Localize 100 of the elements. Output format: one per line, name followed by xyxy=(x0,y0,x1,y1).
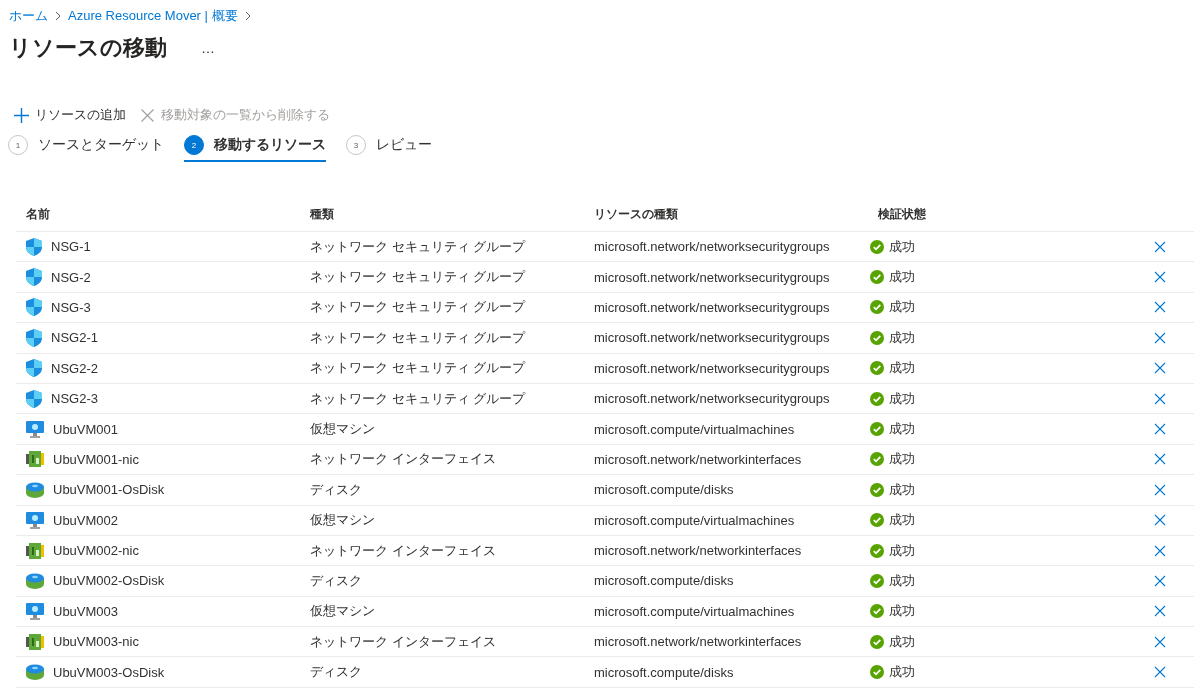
column-header: 種類 xyxy=(309,206,335,223)
monitor-icon xyxy=(26,420,44,438)
table-cell-text: microsoft.network/networksecuritygroups xyxy=(593,239,831,255)
add-button[interactable]: リソースの追加 xyxy=(14,106,126,124)
table-cell-text: 仮想マシン xyxy=(309,602,376,621)
close-icon[interactable] xyxy=(1154,575,1166,587)
status-text: 成功 xyxy=(889,541,915,560)
close-icon[interactable] xyxy=(1154,544,1166,557)
shield-icon xyxy=(26,237,42,256)
shield-icon xyxy=(26,389,42,408)
column-header: 名前 xyxy=(25,206,51,223)
table-cell-text: microsoft.compute/disks xyxy=(593,664,735,680)
disk-icon xyxy=(26,664,44,681)
resource-name: UbuVM002-OsDisk xyxy=(53,573,165,589)
table-cell-text: ネットワーク インターフェイス xyxy=(309,450,497,469)
close-icon[interactable] xyxy=(1154,423,1166,436)
table-cell-text: ネットワーク セキュリティ グループ xyxy=(309,328,527,347)
status-text: 成功 xyxy=(889,632,915,651)
table-cell-text: microsoft.network/networksecuritygroups xyxy=(593,269,831,285)
resource-name: NSG2-2 xyxy=(51,360,98,376)
table-cell-text: ネットワーク セキュリティ グループ xyxy=(309,298,527,317)
monitor-icon xyxy=(26,511,44,529)
table-cell-text: microsoft.compute/virtualmachines xyxy=(593,512,796,528)
status-text: 成功 xyxy=(889,420,915,439)
table-cell-text: microsoft.compute/virtualmachines xyxy=(593,603,796,619)
resource-name: NSG-1 xyxy=(51,239,91,255)
resource-name: UbuVM003 xyxy=(53,603,119,619)
table-cell-text: microsoft.network/networksecuritygroups xyxy=(593,330,831,346)
wizard-step-tab[interactable]: 3 レビュー xyxy=(346,132,432,162)
table-cell-text: microsoft.network/networkinterfaces xyxy=(593,634,803,650)
resource-name: NSG2-1 xyxy=(51,330,98,346)
table-cell-text: microsoft.compute/virtualmachines xyxy=(593,421,796,437)
plus-icon xyxy=(14,107,29,123)
shield-icon xyxy=(26,268,42,287)
resource-name: UbuVM001-nic xyxy=(53,451,139,467)
resource-name: UbuVM002 xyxy=(53,512,119,528)
more-button[interactable]: … xyxy=(197,40,219,56)
close-icon[interactable] xyxy=(1154,362,1166,375)
resource-name: UbuVM001 xyxy=(53,421,119,437)
status-text: 成功 xyxy=(889,237,915,256)
table-cell-text: ネットワーク セキュリティ グループ xyxy=(309,389,527,408)
status-text: 成功 xyxy=(889,298,915,317)
close-icon[interactable] xyxy=(1154,605,1166,618)
table-cell-text: ネットワーク セキュリティ グループ xyxy=(309,268,527,287)
table-cell-text: ディスク xyxy=(309,663,363,682)
close-icon xyxy=(140,107,155,123)
close-icon[interactable] xyxy=(1154,240,1166,253)
shield-icon xyxy=(26,359,42,378)
close-icon[interactable] xyxy=(1154,514,1166,527)
status-text: 成功 xyxy=(889,602,915,621)
wizard-step-tab[interactable]: 2 移動するリソース xyxy=(184,132,326,162)
status-text: 成功 xyxy=(889,511,915,530)
close-icon[interactable] xyxy=(1154,331,1166,344)
close-icon[interactable] xyxy=(1154,453,1166,466)
column-header: 検証状態 xyxy=(877,206,927,223)
close-icon[interactable] xyxy=(1154,301,1166,314)
table-cell-text: ネットワーク セキュリティ グループ xyxy=(309,359,527,378)
status-text: 成功 xyxy=(889,389,915,408)
close-icon[interactable] xyxy=(1154,271,1166,284)
column-header: リソースの種類 xyxy=(593,206,679,223)
resource-name: UbuVM001-OsDisk xyxy=(53,482,165,498)
shield-icon xyxy=(26,298,42,317)
resource-name: UbuVM003-nic xyxy=(53,634,139,650)
breadcrumb-link[interactable]: ホーム xyxy=(9,7,48,25)
table-cell-text: ネットワーク インターフェイス xyxy=(309,541,497,560)
status-text: 成功 xyxy=(889,328,915,347)
chevron-right-icon xyxy=(243,11,252,21)
table-cell-text: 仮想マシン xyxy=(309,511,376,530)
network-card-icon xyxy=(26,542,44,559)
close-icon[interactable] xyxy=(1154,392,1166,405)
status-text: 成功 xyxy=(889,572,915,590)
breadcrumb-link[interactable]: Azure Resource Mover | 概要 xyxy=(68,7,238,25)
table-cell-text: ディスク xyxy=(309,572,363,590)
resource-name: UbuVM002-nic xyxy=(53,543,139,559)
status-text: 成功 xyxy=(889,480,915,499)
wizard-step-tab[interactable]: 1 ソースとターゲット xyxy=(8,132,164,162)
close-icon[interactable] xyxy=(1154,483,1166,496)
table-cell-text: 仮想マシン xyxy=(309,420,376,439)
network-card-icon xyxy=(26,633,44,650)
shield-icon xyxy=(26,328,42,347)
table-cell-text: ディスク xyxy=(309,480,363,499)
chevron-right-icon xyxy=(54,11,62,21)
close-icon[interactable] xyxy=(1154,635,1166,648)
disk-icon xyxy=(26,573,44,589)
monitor-icon xyxy=(26,602,44,620)
table-cell-text: microsoft.compute/disks xyxy=(593,573,735,589)
table-cell-text: microsoft.network/networkinterfaces xyxy=(593,451,803,467)
resource-name: NSG-3 xyxy=(51,299,91,315)
status-text: 成功 xyxy=(889,268,915,287)
table-cell-text: ネットワーク インターフェイス xyxy=(309,632,497,651)
close-icon[interactable] xyxy=(1154,666,1166,679)
table-cell-text: ネットワーク セキュリティ グループ xyxy=(309,237,527,256)
network-card-icon xyxy=(26,451,44,468)
status-text: 成功 xyxy=(889,359,915,378)
status-text: 成功 xyxy=(889,663,915,682)
resource-name: NSG-2 xyxy=(51,269,91,285)
resource-name: NSG2-3 xyxy=(51,391,98,407)
step-number: 2 xyxy=(184,135,204,155)
resource-name: UbuVM003-OsDisk xyxy=(53,664,165,680)
status-text: 成功 xyxy=(889,450,915,469)
